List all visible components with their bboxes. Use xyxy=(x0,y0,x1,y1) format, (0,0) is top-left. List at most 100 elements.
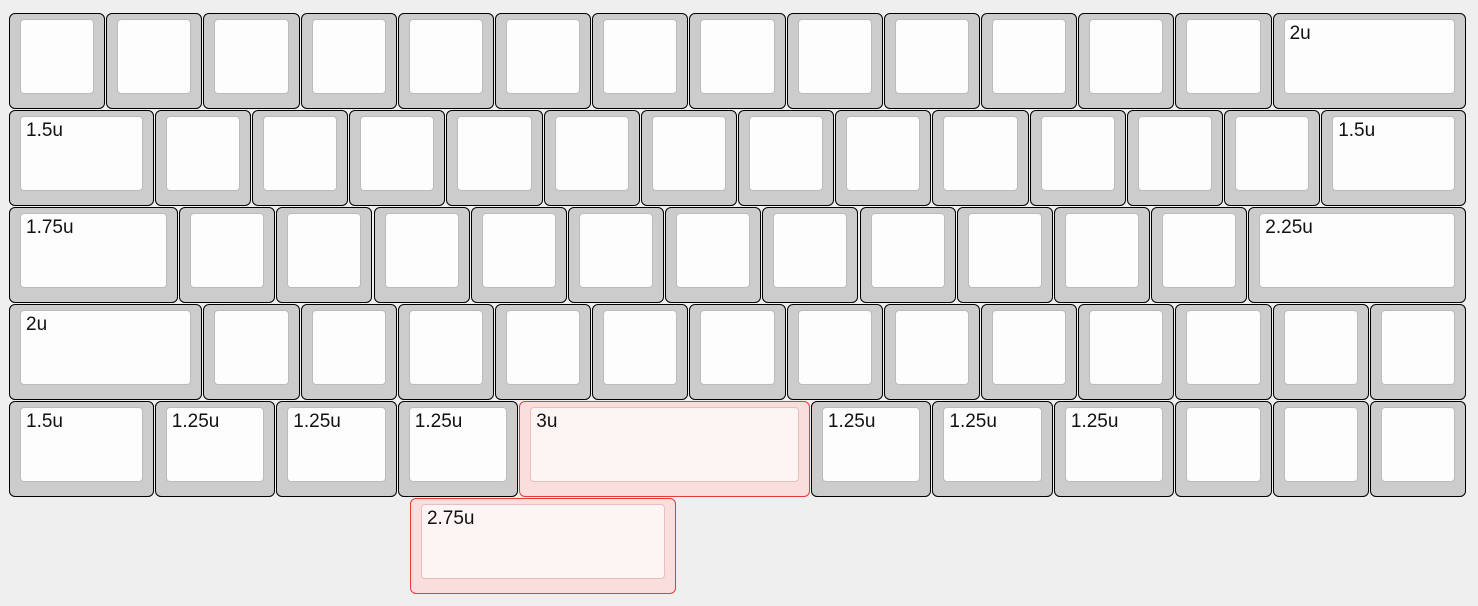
keycap-top xyxy=(967,213,1042,288)
keycap[interactable] xyxy=(203,304,300,400)
keycap[interactable] xyxy=(932,110,1029,206)
keycap-top xyxy=(603,310,678,385)
keycap[interactable]: 1.5u xyxy=(9,401,154,497)
keycap[interactable] xyxy=(495,13,592,109)
key-size-label: 1.25u xyxy=(293,411,341,432)
keycap[interactable] xyxy=(1175,13,1272,109)
keycap[interactable]: 2u xyxy=(1272,13,1466,109)
keycap[interactable] xyxy=(883,13,980,109)
keycap[interactable] xyxy=(689,304,786,400)
keycap-top xyxy=(700,310,775,385)
keycap[interactable] xyxy=(300,304,397,400)
keycap-top xyxy=(870,213,945,288)
key-size-label: 1.5u xyxy=(26,411,63,432)
keycap-top xyxy=(408,310,483,385)
keycap[interactable] xyxy=(859,207,956,303)
keycap[interactable] xyxy=(1369,401,1466,497)
keycap[interactable] xyxy=(1369,304,1466,400)
keycap[interactable] xyxy=(1078,304,1175,400)
keycap[interactable] xyxy=(592,13,689,109)
key-size-label: 1.25u xyxy=(827,411,876,432)
key-size-label: 1.75u xyxy=(26,217,74,238)
keycap-top xyxy=(408,19,483,94)
keycap[interactable] xyxy=(1029,110,1126,206)
keycap[interactable]: 1.25u xyxy=(932,401,1053,497)
keycap[interactable]: 1.25u xyxy=(276,401,397,497)
keycap[interactable]: 2.25u xyxy=(1248,207,1466,303)
key-size-label: 2u xyxy=(26,314,48,335)
keycap[interactable] xyxy=(470,207,567,303)
keycap[interactable] xyxy=(1224,110,1321,206)
keycap[interactable] xyxy=(1272,401,1369,497)
keycap-top xyxy=(1186,19,1261,94)
keycap-top xyxy=(1186,407,1261,482)
keycap[interactable] xyxy=(665,207,762,303)
keycap[interactable] xyxy=(738,110,835,206)
keycap-top xyxy=(1235,116,1310,191)
keycap[interactable] xyxy=(203,13,300,109)
keycap[interactable] xyxy=(592,304,689,400)
keycap[interactable] xyxy=(835,110,932,206)
keycap-top xyxy=(287,213,362,288)
keycap[interactable] xyxy=(397,304,494,400)
keycap[interactable] xyxy=(349,110,446,206)
keycap-top xyxy=(1283,407,1358,482)
keycap[interactable] xyxy=(397,13,494,109)
keycap[interactable]: 1.5u xyxy=(1321,110,1466,206)
keycap[interactable] xyxy=(1272,304,1369,400)
spacebar-alt-key[interactable]: 2.75u xyxy=(409,498,677,594)
keycap[interactable] xyxy=(981,304,1078,400)
spacebar-alt-key[interactable]: 3u xyxy=(519,401,810,497)
keycap[interactable] xyxy=(1175,304,1272,400)
keyboard-layout: 2u 1.5u 1.5u 1.75u 2.25u 2u 1.5u 1.25u 1.25u 1.25… xyxy=(0,0,1478,606)
keycap[interactable] xyxy=(154,110,251,206)
keycap-top xyxy=(603,19,678,94)
keycap[interactable] xyxy=(300,13,397,109)
keycap[interactable] xyxy=(640,110,737,206)
keycap-top xyxy=(700,19,775,94)
keycap-top xyxy=(992,310,1067,385)
keycap-top xyxy=(190,213,265,288)
keycap[interactable] xyxy=(883,304,980,400)
keycap-top xyxy=(1380,310,1455,385)
keycap[interactable] xyxy=(1053,207,1151,303)
keycap-top xyxy=(1162,213,1237,288)
keycap-top xyxy=(894,310,969,385)
keycap[interactable] xyxy=(495,304,592,400)
keycap-top xyxy=(943,116,1018,191)
keycap[interactable] xyxy=(956,207,1053,303)
key-size-label: 1.25u xyxy=(414,411,463,432)
keycap[interactable] xyxy=(252,110,349,206)
keycap[interactable] xyxy=(179,207,276,303)
keycap[interactable]: 1.25u xyxy=(154,401,276,497)
keycap[interactable]: 1.25u xyxy=(810,401,932,497)
keycap[interactable]: 2u xyxy=(9,304,203,400)
keycap[interactable] xyxy=(373,207,470,303)
keycap-top xyxy=(1064,213,1140,288)
keycap[interactable] xyxy=(106,13,203,109)
keycap-top xyxy=(214,310,289,385)
keycap[interactable] xyxy=(981,13,1078,109)
keycap[interactable] xyxy=(9,13,106,109)
keycap[interactable] xyxy=(1151,207,1248,303)
keycap-top xyxy=(846,116,921,191)
keycap[interactable] xyxy=(567,207,665,303)
keycap[interactable] xyxy=(786,304,883,400)
key-size-label: 1.5u xyxy=(26,120,63,141)
keycap[interactable]: 1.5u xyxy=(9,110,154,206)
keycap[interactable]: 1.75u xyxy=(9,207,179,303)
keycap[interactable] xyxy=(276,207,373,303)
keycap[interactable] xyxy=(1126,110,1223,206)
keycap-top xyxy=(992,19,1067,94)
keycap[interactable] xyxy=(446,110,543,206)
keycap[interactable]: 1.25u xyxy=(397,401,519,497)
keycap-top xyxy=(530,407,799,482)
keycap[interactable] xyxy=(543,110,640,206)
keycap[interactable] xyxy=(1078,13,1175,109)
keycap[interactable] xyxy=(1175,401,1272,497)
keycap[interactable]: 1.25u xyxy=(1053,401,1175,497)
keycap[interactable] xyxy=(689,13,786,109)
keycap[interactable] xyxy=(762,207,859,303)
keycap[interactable] xyxy=(786,13,883,109)
key-size-label: 1.25u xyxy=(171,411,220,432)
